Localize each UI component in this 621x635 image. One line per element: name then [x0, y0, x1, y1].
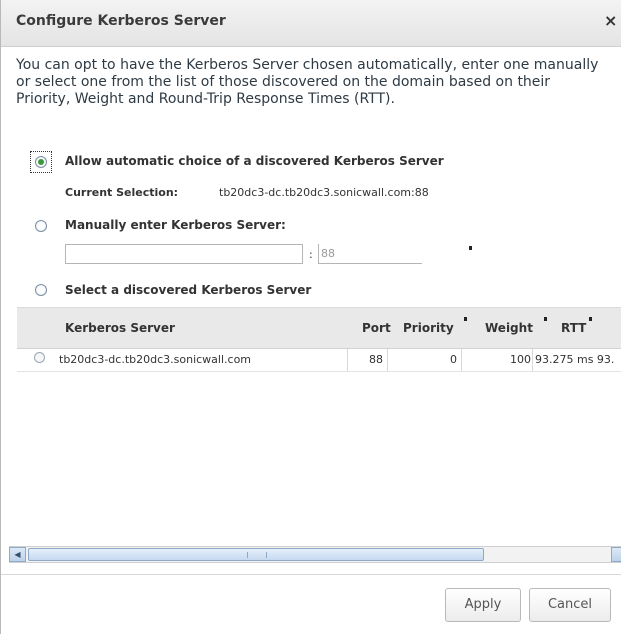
apply-button[interactable]: Apply — [445, 588, 521, 622]
kerberos-server-table: Kerberos Server Port Priority Weight RTT… — [17, 307, 621, 542]
manual-option-label[interactable]: Manually enter Kerberos Server: — [65, 218, 286, 232]
cell-port: 88 — [369, 353, 383, 366]
auto-radio[interactable] — [35, 156, 47, 168]
current-selection-label: Current Selection: — [65, 186, 179, 199]
dialog-title: Configure Kerberos Server — [16, 13, 226, 29]
scroll-grip-icon — [247, 552, 267, 558]
auto-option-label[interactable]: Allow automatic choice of a discovered K… — [65, 154, 444, 168]
close-icon[interactable]: × — [604, 11, 617, 30]
col-header-server[interactable]: Kerberos Server — [65, 321, 175, 335]
sort-icon — [544, 317, 547, 321]
port-separator: : — [309, 248, 313, 261]
scroll-right-icon[interactable] — [611, 547, 621, 562]
discovered-option-label[interactable]: Select a discovered Kerberos Server — [65, 283, 311, 297]
scroll-thumb[interactable] — [28, 548, 484, 561]
manual-port-value: 88 — [321, 247, 335, 260]
col-header-port[interactable]: Port — [362, 321, 391, 335]
marker-icon — [469, 246, 472, 250]
col-header-priority[interactable]: Priority — [403, 321, 454, 335]
manual-radio[interactable] — [35, 220, 47, 232]
sort-icon — [464, 317, 467, 321]
table-row[interactable]: tb20dc3-dc.tb20dc3.sonicwall.com 88 0 10… — [17, 349, 621, 372]
table-header: Kerberos Server Port Priority Weight RTT — [17, 308, 621, 349]
col-header-rtt[interactable]: RTT — [561, 321, 586, 335]
intro-text: You can opt to have the Kerberos Server … — [16, 57, 599, 107]
cell-priority: 0 — [450, 353, 457, 366]
dialog-footer — [1, 574, 621, 635]
cell-rtt: 93.275 ms 93. — [535, 353, 615, 366]
row-select-radio[interactable] — [34, 352, 45, 363]
dialog-titlebar: Configure Kerberos Server × — [1, 0, 621, 47]
horizontal-scrollbar[interactable]: ◀ — [9, 546, 621, 563]
cell-server: tb20dc3-dc.tb20dc3.sonicwall.com — [59, 353, 252, 366]
cell-weight: 100 — [510, 353, 531, 366]
manual-server-input[interactable] — [65, 244, 303, 264]
cancel-button[interactable]: Cancel — [529, 588, 611, 622]
configure-kerberos-dialog: Configure Kerberos Server × You can opt … — [0, 0, 621, 634]
col-header-weight[interactable]: Weight — [485, 321, 533, 335]
discovered-radio[interactable] — [35, 284, 47, 296]
sort-icon — [589, 317, 592, 321]
current-selection-value: tb20dc3-dc.tb20dc3.sonicwall.com:88 — [219, 186, 429, 199]
scroll-left-icon[interactable]: ◀ — [9, 547, 26, 562]
